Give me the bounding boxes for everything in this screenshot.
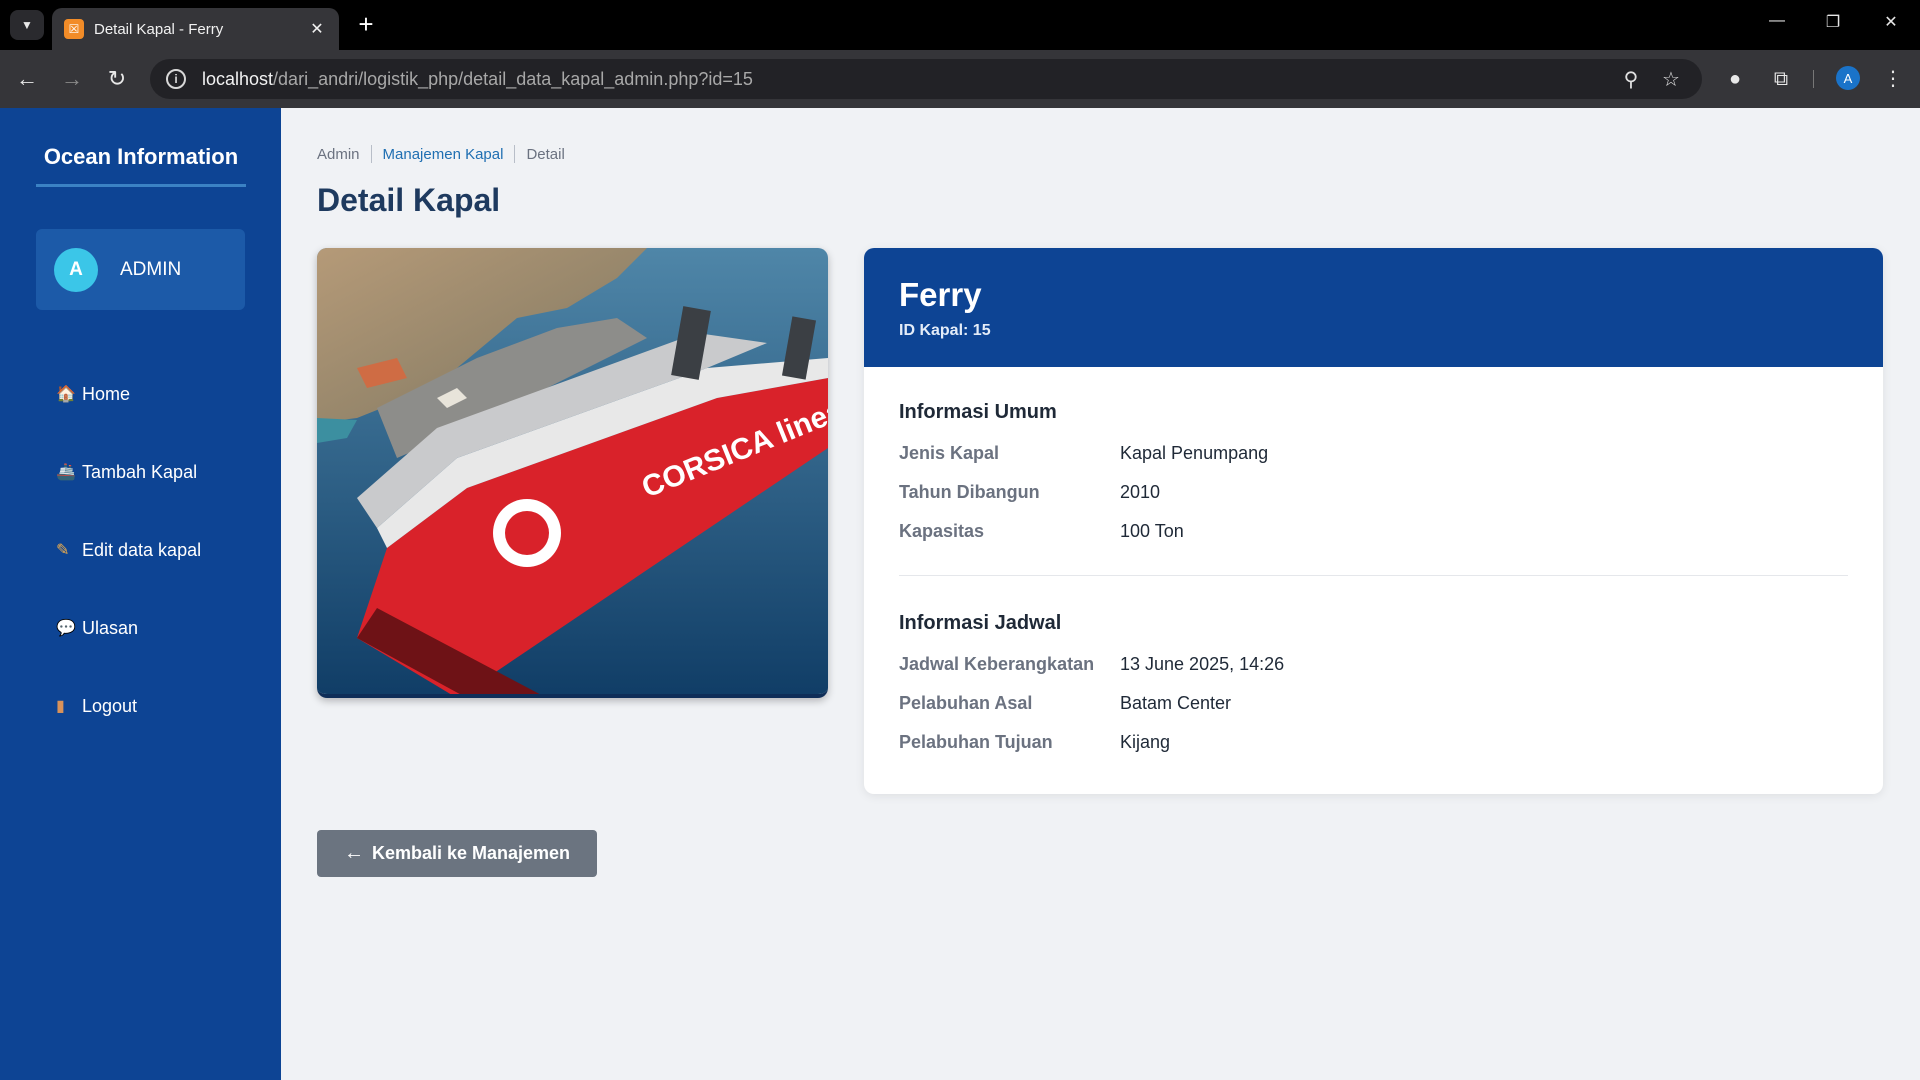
back-arrow-icon[interactable]: ←: [12, 64, 42, 94]
extension-badge-icon[interactable]: ●: [1720, 64, 1750, 94]
ship-card-body: Informasi Umum Jenis Kapal Kapal Penumpa…: [864, 367, 1883, 762]
info-row-kapasitas: Kapasitas 100 Ton: [899, 512, 1848, 551]
user-name: ADMIN: [120, 258, 182, 280]
breadcrumb-admin: Admin: [317, 145, 360, 163]
breadcrumb-detail: Detail: [526, 145, 565, 163]
info-label: Jenis Kapal: [899, 443, 1000, 463]
info-label: Tahun Dibangun: [899, 482, 1040, 502]
user-avatar: A: [54, 247, 98, 292]
info-row-tahun-dibangun: Tahun Dibangun 2010: [899, 473, 1848, 512]
toolbar-divider: [1813, 70, 1814, 88]
info-row-pelabuhan-asal: Pelabuhan Asal Batam Center: [899, 684, 1848, 723]
back-button-label: Kembali ke Manajemen: [371, 843, 571, 863]
general-info-title: Informasi Umum: [899, 401, 1057, 423]
address-bar[interactable]: i localhost/dari_andri/logistik_php/deta…: [150, 59, 1702, 99]
bookmark-star-icon[interactable]: ☆: [1656, 67, 1686, 92]
info-row-jenis-kapal: Jenis Kapal Kapal Penumpang: [899, 434, 1848, 473]
schedule-info-title: Informasi Jadwal: [899, 612, 1062, 634]
xampp-favicon-icon: ☒: [64, 19, 84, 39]
restore-window-icon[interactable]: ❐: [1818, 12, 1848, 32]
info-value: Kijang: [1120, 732, 1171, 752]
page-title: Detail Kapal: [317, 182, 501, 218]
info-row-pelabuhan-tujuan: Pelabuhan Tujuan Kijang: [899, 723, 1848, 762]
tab-title: Detail Kapal - Ferry: [94, 20, 224, 38]
info-row-jadwal-keberangkatan: Jadwal Keberangkatan 13 June 2025, 14:26: [899, 645, 1848, 684]
info-label: Pelabuhan Asal: [899, 693, 1033, 713]
ship-name: Ferry: [899, 276, 982, 313]
zoom-magnifier-icon[interactable]: ⚲: [1616, 67, 1646, 92]
sidebar-item-logout[interactable]: ▮ Logout: [56, 686, 256, 726]
info-value: 2010: [1120, 482, 1161, 502]
new-tab-plus-icon[interactable]: +: [352, 11, 380, 39]
sidebar-item-tambah-kapal[interactable]: 🚢 Tambah Kapal: [56, 452, 256, 492]
arrow-left-icon: ←: [343, 842, 364, 864]
site-info-icon[interactable]: i: [166, 69, 186, 89]
info-value: 13 June 2025, 14:26: [1120, 654, 1285, 674]
sidebar: Ocean Information A ADMIN 🏠 Home 🚢 Tamba…: [0, 108, 281, 1080]
info-value: Kapal Penumpang: [1120, 443, 1269, 463]
ship-id: ID Kapal: 15: [899, 322, 991, 339]
main-content: Admin Manajemen Kapal Detail Detail Kapa…: [281, 108, 1920, 1080]
page-viewport: Ocean Information A ADMIN 🏠 Home 🚢 Tamba…: [0, 108, 1920, 1080]
close-window-icon[interactable]: ✕: [1876, 12, 1906, 32]
sidebar-item-label: Ulasan: [82, 617, 139, 638]
pencil-icon: ✎: [56, 542, 70, 559]
sidebar-item-ulasan[interactable]: 💬 Ulasan: [56, 608, 256, 648]
sidebar-item-home[interactable]: 🏠 Home: [56, 374, 256, 414]
minimize-window-icon[interactable]: —: [1762, 12, 1792, 30]
tab-search-chevron-icon[interactable]: ▼: [10, 10, 44, 40]
breadcrumb-manajemen-kapal-link[interactable]: Manajemen Kapal: [383, 146, 504, 163]
extensions-puzzle-icon[interactable]: ⧉: [1766, 64, 1796, 94]
sidebar-item-label: Tambah Kapal: [82, 461, 198, 482]
ship-photo: CORSICA linea: [317, 248, 828, 698]
browser-tab[interactable]: ☒ Detail Kapal - Ferry ✕: [52, 8, 339, 50]
browser-toolbar: ← → ↻ i localhost/dari_andri/logistik_ph…: [0, 50, 1920, 108]
sidebar-item-label: Edit data kapal: [82, 539, 202, 560]
sidebar-item-label: Home: [82, 383, 131, 404]
info-label: Kapasitas: [899, 521, 985, 541]
profile-avatar-icon[interactable]: A: [1836, 66, 1860, 90]
breadcrumb: Admin Manajemen Kapal Detail: [317, 145, 565, 163]
door-icon: ▮: [56, 698, 65, 715]
info-value: Batam Center: [1120, 693, 1232, 713]
ship-icon: 🚢: [56, 464, 76, 481]
ship-card-header: Ferry ID Kapal: 15: [864, 248, 1883, 367]
browser-tab-bar: ▼ ☒ Detail Kapal - Ferry ✕ + — ❐ ✕: [0, 0, 1920, 50]
section-divider: [899, 575, 1848, 576]
info-label: Jadwal Keberangkatan: [899, 654, 1095, 674]
sidebar-item-edit-data-kapal[interactable]: ✎ Edit data kapal: [56, 530, 256, 570]
sidebar-brand: Ocean Information: [36, 144, 246, 187]
info-value: 100 Ton: [1120, 521, 1184, 541]
reload-icon[interactable]: ↻: [102, 64, 132, 94]
close-tab-icon[interactable]: ✕: [307, 19, 327, 39]
ship-detail-card: Ferry ID Kapal: 15 Informasi Umum Jenis …: [864, 248, 1883, 794]
user-card: A ADMIN: [36, 229, 245, 310]
home-icon: 🏠: [56, 386, 76, 403]
breadcrumb-separator: [370, 145, 372, 163]
info-label: Pelabuhan Tujuan: [899, 732, 1053, 752]
speech-bubble-icon: 💬: [56, 620, 76, 637]
url-text: localhost/dari_andri/logistik_php/detail…: [202, 68, 753, 89]
browser-menu-dots-icon[interactable]: ⋮: [1878, 64, 1908, 94]
back-to-management-button[interactable]: ← Kembali ke Manajemen: [317, 830, 597, 877]
breadcrumb-separator: [514, 145, 516, 163]
sidebar-item-label: Logout: [82, 695, 138, 716]
forward-arrow-icon[interactable]: →: [57, 64, 87, 94]
